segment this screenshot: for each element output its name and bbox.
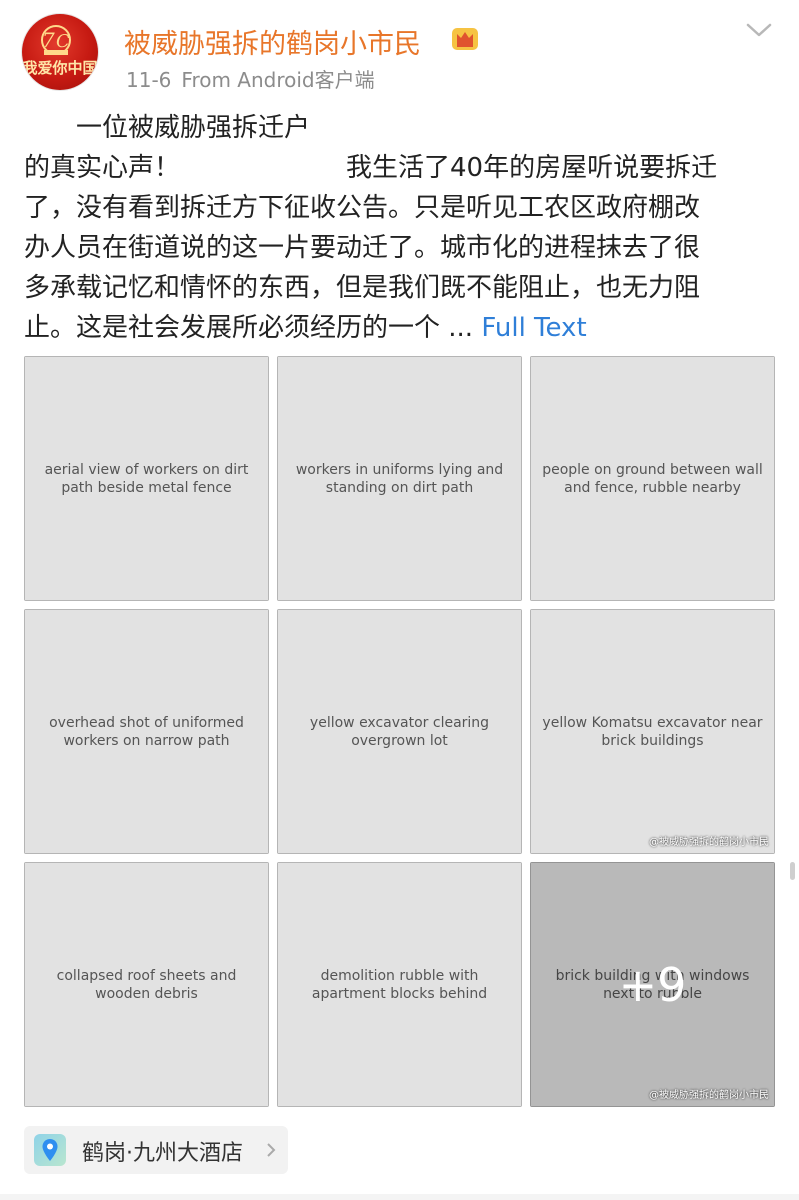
post-line: 办人员在街道说的这一片要动迁了。城市化的进程抹去了很 <box>24 233 701 263</box>
photo-thumbnail-8[interactable]: demolition rubble with apartment blocks … <box>277 862 522 1107</box>
chevron-down-icon[interactable] <box>745 20 773 40</box>
location-chip[interactable]: 鹤岗·九州大酒店 <box>24 1126 288 1174</box>
photo-thumbnail-7[interactable]: collapsed roof sheets and wooden debris <box>24 862 269 1107</box>
photo-watermark: @被威胁强拆的鹤岗小市民 <box>649 1090 769 1101</box>
anniversary-emblem-icon: 7 C <box>41 25 71 55</box>
photo-placeholder: overhead shot of uniformed workers on na… <box>24 609 269 854</box>
photo-thumbnail-5[interactable]: yellow excavator clearing overgrown lot <box>277 609 522 854</box>
location-pin-icon <box>42 1139 58 1161</box>
photo-watermark: @被威胁强拆的鹤岗小市民 <box>649 837 769 848</box>
post-meta: 11-6 From Android客户端 <box>126 64 375 93</box>
photo-placeholder: aerial view of workers on dirt path besi… <box>24 356 269 601</box>
post-source: From Android客户端 <box>181 68 375 92</box>
photo-placeholder: yellow Komatsu excavator near brick buil… <box>530 609 775 854</box>
photo-thumbnail-3[interactable]: people on ground between wall and fence,… <box>530 356 775 601</box>
post-line: 多承载记忆和情怀的东西，但是我们既不能阻止，也无力阻 <box>24 273 701 303</box>
post-date: 11-6 <box>126 68 172 92</box>
more-photos-overlay[interactable]: +9 <box>530 862 775 1107</box>
photo-thumbnail-4[interactable]: overhead shot of uniformed workers on na… <box>24 609 269 854</box>
divider <box>0 1194 799 1200</box>
photo-placeholder: yellow excavator clearing overgrown lot <box>277 609 522 854</box>
photo-thumbnail-9[interactable]: brick building with windows next to rubb… <box>530 862 775 1107</box>
photo-grid: aerial view of workers on dirt path besi… <box>24 356 776 1107</box>
post-line: 一位被威胁强拆迁户 <box>76 113 311 143</box>
photo-placeholder: collapsed roof sheets and wooden debris <box>24 862 269 1107</box>
photo-thumbnail-6[interactable]: yellow Komatsu excavator near brick buil… <box>530 609 775 854</box>
post-line: 了，没有看到拆迁方下征收公告。只是听见工农区政府棚改 <box>24 193 701 223</box>
photo-thumbnail-1[interactable]: aerial view of workers on dirt path besi… <box>24 356 269 601</box>
location-label: 鹤岗·九州大酒店 <box>82 1141 243 1166</box>
photo-thumbnail-2[interactable]: workers in uniforms lying and standing o… <box>277 356 522 601</box>
svg-text:7: 7 <box>42 28 55 52</box>
photo-placeholder: workers in uniforms lying and standing o… <box>277 356 522 601</box>
svg-text:C: C <box>56 31 70 52</box>
post-body: 一位被威胁强拆迁户 的真实心声！ 我生活了40年的房屋听说要拆迁 了，没有看到拆迁… <box>24 108 779 348</box>
avatar-text: 我爱你中国 <box>22 59 98 77</box>
post-line: 的真实心声！ 我生活了40年的房屋听说要拆迁 <box>24 153 718 183</box>
photo-placeholder: demolition rubble with apartment blocks … <box>277 862 522 1107</box>
scrollbar-thumb[interactable] <box>790 862 795 880</box>
full-text-link[interactable]: Full Text <box>481 313 586 343</box>
post-line: 止。这是社会发展所必须经历的一个 ... Full Text <box>24 313 587 343</box>
crown-icon <box>452 28 478 50</box>
more-photos-count: +9 <box>618 957 687 1012</box>
avatar[interactable]: 7 C 我爱你中国 <box>22 14 98 90</box>
photo-placeholder: people on ground between wall and fence,… <box>530 356 775 601</box>
chevron-right-icon <box>267 1143 276 1157</box>
post-header: 7 C 我爱你中国 被威胁强拆的鹤岗小市民 11-6 From Android客户… <box>0 0 799 100</box>
username[interactable]: 被威胁强拆的鹤岗小市民 <box>124 22 421 61</box>
